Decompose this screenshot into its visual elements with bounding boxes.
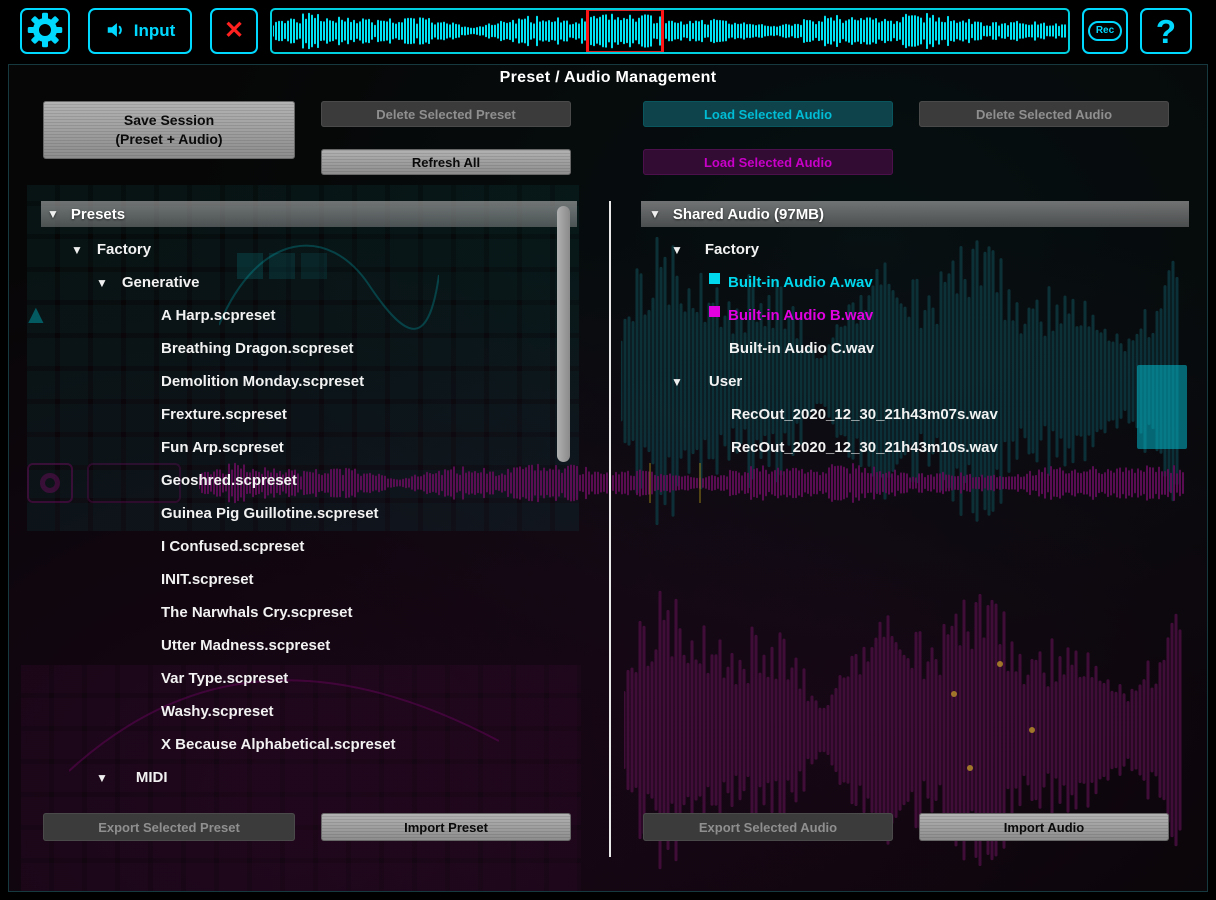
presets-header-label: Presets [71, 206, 125, 223]
waveform-graphic [273, 11, 1067, 51]
delete-selected-audio-button[interactable]: Delete Selected Audio [919, 101, 1169, 127]
group-label: Factory [97, 241, 151, 258]
audio-list-item[interactable]: Built-in Audio C.wav [729, 332, 874, 365]
close-dialog-button[interactable]: ✕ [210, 8, 258, 54]
background-meter-artwork [1137, 365, 1187, 449]
preset-list-item[interactable]: Utter Madness.scpreset [161, 629, 330, 662]
close-icon: ✕ [224, 19, 244, 43]
audio-group-factory[interactable]: ▼ Factory [671, 233, 759, 266]
preset-list-item[interactable]: Demolition Monday.scpreset [161, 365, 364, 398]
load-selected-audio-primary-button[interactable]: Load Selected Audio [643, 101, 893, 127]
presets-tree-header[interactable]: ▼ Presets [41, 201, 577, 227]
refresh-all-button[interactable]: Refresh All [321, 149, 571, 175]
audio-group-user[interactable]: ▼ User [671, 365, 742, 398]
import-preset-button[interactable]: Import Preset [321, 813, 571, 841]
preset-group-factory[interactable]: ▼ Factory [71, 233, 151, 266]
background-cell-artwork [269, 253, 295, 279]
main-waveform-display[interactable] [270, 8, 1070, 54]
record-button[interactable]: Rec [1082, 8, 1128, 54]
shared-audio-header-label: Shared Audio (97MB) [673, 206, 824, 223]
preset-group-generative[interactable]: ▼ Generative [96, 266, 199, 299]
preset-list-item[interactable]: I Confused.scpreset [161, 530, 304, 563]
preset-audio-management-dialog: ▲ Preset / Audio Management Save Session… [8, 64, 1208, 892]
triangle-down-icon[interactable]: ▼ [96, 276, 108, 290]
triangle-down-icon[interactable]: ▼ [649, 207, 661, 221]
background-dot [997, 661, 1003, 667]
dialog-title: Preset / Audio Management [9, 69, 1207, 87]
triangle-down-icon[interactable]: ▼ [671, 375, 683, 389]
audio-list-item[interactable]: RecOut_2020_12_30_21h43m07s.wav [731, 398, 998, 431]
background-selection-ghost [649, 463, 701, 503]
export-selected-audio-button[interactable]: Export Selected Audio [643, 813, 893, 841]
load-selected-audio-secondary-button[interactable]: Load Selected Audio [643, 149, 893, 175]
background-dot [951, 691, 957, 697]
triangle-down-icon[interactable]: ▼ [671, 243, 683, 257]
save-session-line2: (Preset + Audio) [115, 130, 222, 149]
audio-item-label: RecOut_2020_12_30_21h43m10s.wav [731, 439, 998, 456]
audio-item-label: Built-in Audio A.wav [728, 274, 873, 291]
import-audio-button[interactable]: Import Audio [919, 813, 1169, 841]
group-label: MIDI [136, 769, 168, 786]
top-toolbar: Input ✕ Rec ? [0, 0, 1216, 62]
speaker-icon [105, 19, 127, 44]
preset-list-item[interactable]: Frexture.scpreset [161, 398, 287, 431]
audio-item-label: RecOut_2020_12_30_21h43m07s.wav [731, 406, 998, 423]
audio-list-item[interactable]: Built-in Audio A.wav [709, 266, 873, 299]
triangle-down-icon[interactable]: ▼ [96, 771, 108, 785]
group-label: User [709, 373, 742, 390]
audio-item-label: Built-in Audio B.wav [728, 307, 873, 324]
rec-icon: Rec [1088, 21, 1122, 41]
preset-list-item[interactable]: Var Type.scpreset [161, 662, 288, 695]
audio-list-item[interactable]: Built-in Audio B.wav [709, 299, 873, 332]
save-session-line1: Save Session [124, 111, 214, 130]
preset-list-item[interactable]: Guinea Pig Guillotine.scpreset [161, 497, 379, 530]
background-cell-artwork [237, 253, 263, 279]
preset-list-item[interactable]: The Narwhals Cry.scpreset [161, 596, 352, 629]
gear-icon [27, 12, 63, 51]
waveform-selection-region[interactable] [586, 10, 664, 52]
preset-list-item[interactable]: A Harp.scpreset [161, 299, 276, 332]
help-button[interactable]: ? [1140, 8, 1192, 54]
help-icon: ? [1156, 15, 1176, 48]
panel-divider [609, 201, 611, 857]
audio-item-label: Built-in Audio C.wav [729, 340, 874, 357]
settings-button[interactable] [20, 8, 70, 54]
input-button[interactable]: Input [88, 8, 192, 54]
preset-list-item[interactable]: Fun Arp.scpreset [161, 431, 284, 464]
audio-list-item[interactable]: RecOut_2020_12_30_21h43m10s.wav [731, 431, 998, 464]
input-button-label: Input [134, 21, 176, 41]
preset-list-scrollbar[interactable] [557, 206, 570, 462]
preset-list-item[interactable]: Breathing Dragon.scpreset [161, 332, 354, 365]
background-gear-ghost [27, 463, 73, 503]
triangle-down-icon[interactable]: ▼ [47, 207, 59, 221]
preset-list-item[interactable]: Washy.scpreset [161, 695, 274, 728]
audio-color-swatch-magenta [709, 306, 720, 317]
group-label: Generative [122, 274, 200, 291]
delete-selected-preset-button[interactable]: Delete Selected Preset [321, 101, 571, 127]
preset-group-midi[interactable]: ▼ MIDI [96, 761, 168, 794]
shared-audio-tree-header[interactable]: ▼ Shared Audio (97MB) [641, 201, 1189, 227]
triangle-down-icon[interactable]: ▼ [71, 243, 83, 257]
export-selected-preset-button[interactable]: Export Selected Preset [43, 813, 295, 841]
save-session-button[interactable]: Save Session (Preset + Audio) [43, 101, 295, 159]
preset-list-item[interactable]: X Because Alphabetical.scpreset [161, 728, 396, 761]
preset-list-item[interactable]: INIT.scpreset [161, 563, 254, 596]
background-dot [967, 765, 973, 771]
audio-color-swatch-cyan [709, 273, 720, 284]
background-dot [1029, 727, 1035, 733]
triangle-up-icon: ▲ [23, 299, 49, 330]
background-cell-artwork [301, 253, 327, 279]
preset-list-item[interactable]: Geoshred.scpreset [161, 464, 297, 497]
group-label: Factory [705, 241, 759, 258]
